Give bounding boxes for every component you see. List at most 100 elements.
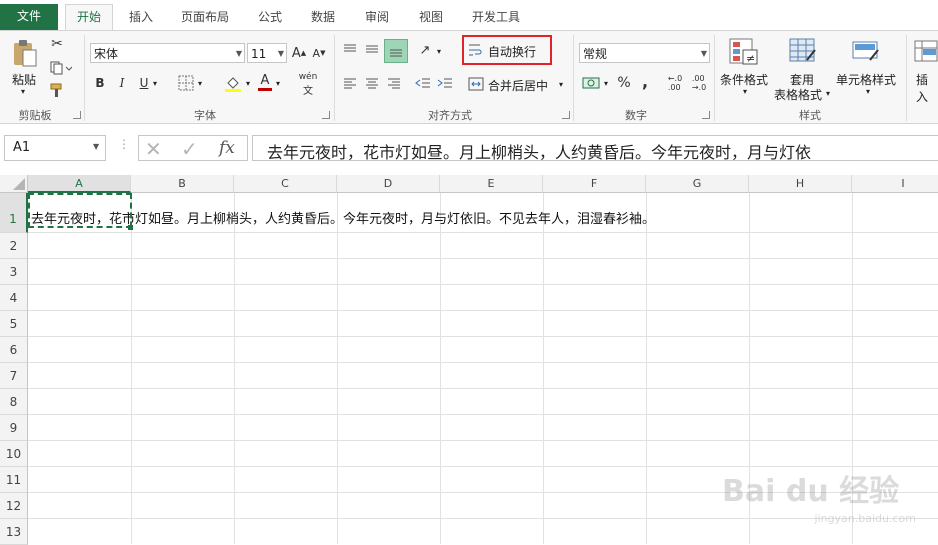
underline-button[interactable]: U: [136, 73, 152, 93]
wrap-text-label: 自动换行: [488, 44, 537, 59]
wrap-text-button[interactable]: 自动换行: [468, 41, 536, 61]
bold-button[interactable]: B: [92, 73, 108, 93]
percent-button[interactable]: %: [615, 73, 633, 93]
conditional-format-label[interactable]: 条件格式: [720, 71, 768, 88]
orientation-dropdown-icon[interactable]: ▾: [437, 47, 441, 56]
clipboard-launcher-icon[interactable]: [73, 111, 81, 119]
font-color-icon[interactable]: A: [256, 71, 274, 93]
accounting-dropdown-icon[interactable]: ▾: [604, 79, 608, 88]
enter-icon[interactable]: ✓: [181, 137, 198, 161]
tab-data[interactable]: 数据: [302, 5, 344, 30]
row-header-2[interactable]: 2: [0, 233, 28, 259]
alignment-launcher-icon[interactable]: [562, 111, 570, 119]
merge-center-button[interactable]: 合并后居中: [468, 75, 548, 95]
group-separator: [84, 35, 85, 121]
accounting-format-icon[interactable]: [580, 73, 602, 93]
decrease-decimal-icon[interactable]: .00 →.0: [688, 73, 710, 93]
row-header-5[interactable]: 5: [0, 311, 28, 337]
select-all-corner[interactable]: [0, 175, 28, 193]
align-top-icon[interactable]: [342, 41, 358, 57]
fill-color-dropdown-icon[interactable]: ▾: [246, 79, 250, 88]
column-header-a[interactable]: A: [28, 175, 131, 193]
row-header-6[interactable]: 6: [0, 337, 28, 363]
row-header-13[interactable]: 13: [0, 519, 28, 545]
font-size-combo[interactable]: 11 ▼: [247, 43, 287, 63]
column-header-f[interactable]: F: [543, 175, 646, 193]
fill-handle[interactable]: [128, 225, 133, 230]
insert-function-icon[interactable]: fx: [219, 138, 235, 158]
increase-indent-icon[interactable]: [436, 75, 454, 91]
column-header-d[interactable]: D: [337, 175, 440, 193]
name-box[interactable]: A1 ▼: [4, 135, 106, 161]
paste-label[interactable]: 粘贴: [12, 71, 36, 88]
column-header-b[interactable]: B: [131, 175, 234, 193]
formula-buttons-area: ✕ ✓ fx: [138, 135, 248, 161]
column-header-h[interactable]: H: [749, 175, 852, 193]
tab-page-layout[interactable]: 页面布局: [172, 5, 238, 30]
row-header-1[interactable]: 1: [0, 193, 28, 233]
number-launcher-icon[interactable]: [702, 111, 710, 119]
font-launcher-icon[interactable]: [322, 111, 330, 119]
align-middle-icon[interactable]: [364, 41, 380, 57]
row-header-9[interactable]: 9: [0, 415, 28, 441]
align-right-icon[interactable]: [386, 75, 402, 91]
number-format-combo[interactable]: 常规 ▼: [579, 43, 710, 63]
tab-home[interactable]: 开始: [65, 4, 113, 31]
row-header-3[interactable]: 3: [0, 259, 28, 285]
cancel-icon[interactable]: ✕: [145, 137, 162, 161]
paste-dropdown-icon[interactable]: ▾: [21, 87, 25, 96]
column-header-e[interactable]: E: [440, 175, 543, 193]
copy-icon[interactable]: [48, 59, 74, 77]
fill-color-icon[interactable]: [222, 73, 244, 93]
tab-formulas[interactable]: 公式: [250, 5, 290, 30]
format-painter-icon[interactable]: [48, 81, 66, 99]
phonetic-icon[interactable]: wén 文: [298, 72, 318, 97]
increase-decimal-icon[interactable]: ←.0.00: [664, 73, 686, 93]
row-header-10[interactable]: 10: [0, 441, 28, 467]
tab-file[interactable]: 文件: [0, 4, 58, 30]
align-center-icon[interactable]: [364, 75, 380, 91]
comma-button[interactable]: ,: [638, 71, 652, 91]
conditional-format-icon[interactable]: ≠: [727, 37, 761, 67]
cell-styles-dropdown-icon[interactable]: ▾: [866, 87, 870, 96]
tab-review[interactable]: 审阅: [356, 5, 398, 30]
row-header-11[interactable]: 11: [0, 467, 28, 493]
row-header-8[interactable]: 8: [0, 389, 28, 415]
row-header-12[interactable]: 12: [0, 493, 28, 519]
cell-a1-selection[interactable]: [28, 193, 132, 228]
merge-dropdown-icon[interactable]: ▾: [559, 80, 563, 89]
grow-font-icon[interactable]: A ▲: [291, 43, 307, 63]
cell-styles-icon[interactable]: [850, 37, 884, 67]
name-box-dropdown-icon[interactable]: ▼: [93, 142, 99, 151]
format-as-table-icon[interactable]: [787, 37, 821, 67]
font-name-combo[interactable]: 宋体 ▼: [90, 43, 245, 63]
insert-cells-label[interactable]: 插入: [916, 71, 938, 105]
borders-dropdown-icon[interactable]: ▾: [198, 79, 202, 88]
row-header-4[interactable]: 4: [0, 285, 28, 311]
conditional-format-dropdown-icon[interactable]: ▾: [743, 87, 747, 96]
shrink-font-icon[interactable]: A ▼: [311, 43, 327, 63]
format-as-table-label-line2[interactable]: 表格格式: [774, 86, 822, 103]
column-header-c[interactable]: C: [234, 175, 337, 193]
format-as-table-dropdown-icon[interactable]: ▾: [826, 89, 830, 98]
tab-insert[interactable]: 插入: [120, 5, 162, 30]
cut-icon[interactable]: ✂: [48, 35, 66, 53]
paste-icon[interactable]: [8, 37, 42, 71]
insert-cells-icon[interactable]: [914, 37, 938, 67]
orientation-icon[interactable]: ↗: [416, 41, 434, 59]
underline-dropdown-icon[interactable]: ▾: [153, 79, 157, 88]
cell-styles-label[interactable]: 单元格样式: [836, 71, 896, 88]
borders-icon[interactable]: [176, 74, 196, 92]
more-options-icon[interactable]: ⋮: [118, 137, 130, 151]
column-header-i[interactable]: I: [852, 175, 938, 193]
formula-input[interactable]: 去年元夜时，花市灯如昼。月上柳梢头，人约黄昏后。今年元夜时，月与灯依: [252, 135, 938, 161]
decrease-indent-icon[interactable]: [414, 75, 432, 91]
tab-developer[interactable]: 开发工具: [463, 5, 529, 30]
font-color-dropdown-icon[interactable]: ▾: [276, 79, 280, 88]
column-header-g[interactable]: G: [646, 175, 749, 193]
italic-button[interactable]: I: [114, 73, 130, 93]
row-header-7[interactable]: 7: [0, 363, 28, 389]
tab-view[interactable]: 视图: [410, 5, 452, 30]
align-left-icon[interactable]: [342, 75, 358, 91]
align-bottom-icon[interactable]: [384, 39, 408, 63]
